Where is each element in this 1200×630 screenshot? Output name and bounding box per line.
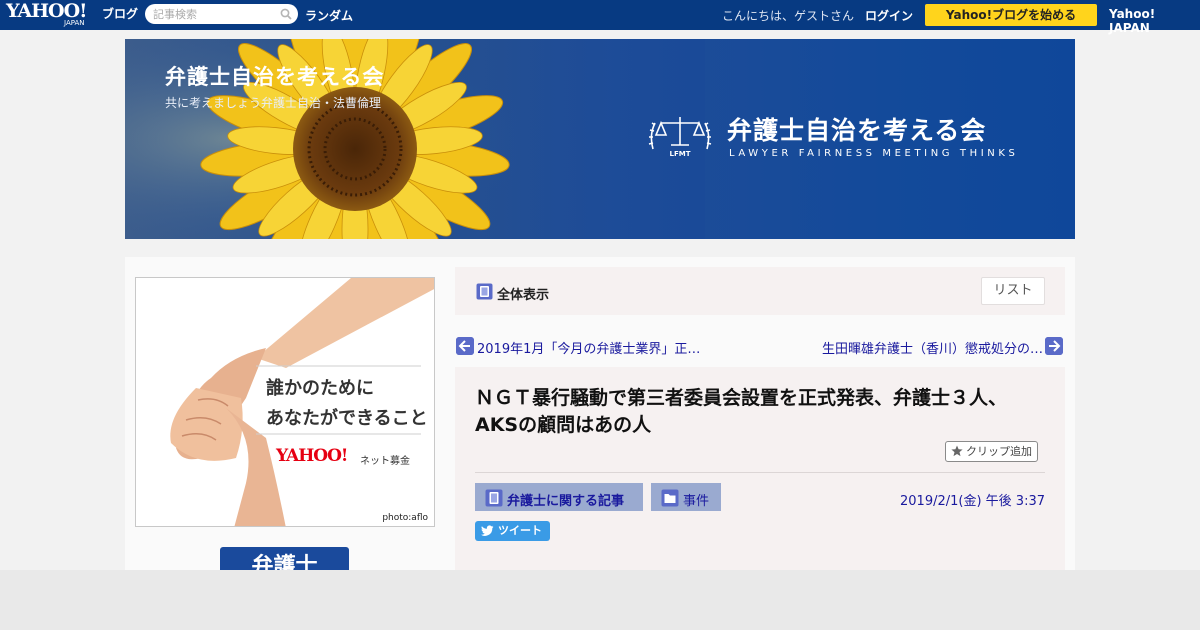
holding-hands-image: [170, 278, 434, 526]
tweet-label: ツイート: [498, 524, 542, 537]
article-view-toolbar: 全体表示 リスト: [455, 267, 1065, 315]
banner-logo-subtitle: LAWYER FAIRNESS MEETING THINKS: [729, 148, 1019, 159]
page-bottom-band: [0, 570, 1200, 630]
category-tag-label: 弁護士に関する記事: [507, 494, 625, 509]
star-icon: [951, 445, 963, 457]
article-box: ＮＧＴ暴行騒動で第三者委員会設置を正式発表、弁護士３人、AKSの顧問はあの人 ク…: [455, 367, 1065, 580]
clip-add-button[interactable]: クリップ追加: [945, 441, 1038, 462]
blog-logo-label: ブログ: [102, 7, 139, 21]
article-date[interactable]: 2019/2/1(金) 午後 3:37: [900, 490, 1045, 509]
guest-greeting: こんにちは、ゲストさん: [722, 9, 855, 23]
next-article-link[interactable]: 生田暉雄弁護士（香川）懲戒処分の…: [822, 338, 1043, 357]
random-link[interactable]: ランダム: [305, 7, 353, 24]
yahoo-logo-sub: JAPAN: [64, 19, 85, 27]
book-icon: [485, 489, 503, 507]
article-pager: 2019年1月「今月の弁護士業界」正… 生田暉雄弁護士（香川）懲戒処分の…: [455, 337, 1065, 357]
show-all-label[interactable]: 全体表示: [497, 284, 549, 303]
ad-service-name: ネット募金: [360, 456, 410, 467]
book-icon: [476, 283, 493, 300]
scales-emblem-icon: LFMT: [648, 117, 712, 158]
folder-tag-label: 事件: [683, 494, 710, 509]
yahoo-donation-ad[interactable]: 誰かのために あなたができること YAHOO! ネット募金 photo:aflo: [135, 277, 435, 527]
ad-headline-1: 誰かのために: [266, 378, 374, 399]
banner-logo-title: 弁護士自治を考える会: [727, 116, 987, 145]
folder-tag[interactable]: 事件: [651, 483, 721, 511]
blog-title[interactable]: 弁護士自治を考える会: [165, 61, 384, 91]
blog-subtitle: 共に考えましょう弁護士自治・法曹倫理: [165, 96, 382, 110]
list-view-button[interactable]: リスト: [981, 277, 1045, 305]
yahoo-logo-text: YAHOO!: [6, 0, 87, 22]
top-navigation-bar: YAHOO! JAPAN ブログ ランダム こんにちは、ゲストさん ログイン Y…: [0, 0, 1200, 35]
previous-article-link[interactable]: 2019年1月「今月の弁護士業界」正…: [477, 338, 700, 357]
folder-icon: [661, 489, 679, 507]
arrow-left-icon[interactable]: [456, 337, 474, 355]
blog-header-banner[interactable]: 弁護士自治を考える会 共に考えましょう弁護士自治・法曹倫理 LFMT 弁護士自治…: [125, 39, 1075, 239]
tweet-button[interactable]: ツイート: [475, 521, 550, 541]
ad-yahoo-logo: YAHOO!: [276, 446, 348, 466]
clip-add-label: クリップ追加: [966, 445, 1032, 458]
ad-photo-credit: photo:aflo: [382, 513, 428, 523]
category-tag[interactable]: 弁護士に関する記事: [475, 483, 643, 511]
arrow-right-icon[interactable]: [1045, 337, 1063, 355]
login-link[interactable]: ログイン: [865, 7, 913, 24]
emblem-lfmt-text: LFMT: [670, 150, 691, 158]
yahoo-japan-link[interactable]: Yahoo! JAPAN: [1109, 7, 1200, 35]
article-title: ＮＧＴ暴行騒動で第三者委員会設置を正式発表、弁護士３人、AKSの顧問はあの人: [475, 387, 1008, 436]
search-input[interactable]: [153, 6, 273, 22]
divider: [475, 472, 1045, 473]
start-blog-button[interactable]: Yahoo!ブログを始める: [925, 4, 1097, 26]
search-box: [145, 4, 298, 24]
ad-headline-2: あなたができること: [266, 408, 428, 429]
content-area: 誰かのために あなたができること YAHOO! ネット募金 photo:aflo…: [125, 257, 1075, 580]
twitter-bird-icon: [481, 525, 494, 536]
search-icon[interactable]: [280, 8, 292, 20]
